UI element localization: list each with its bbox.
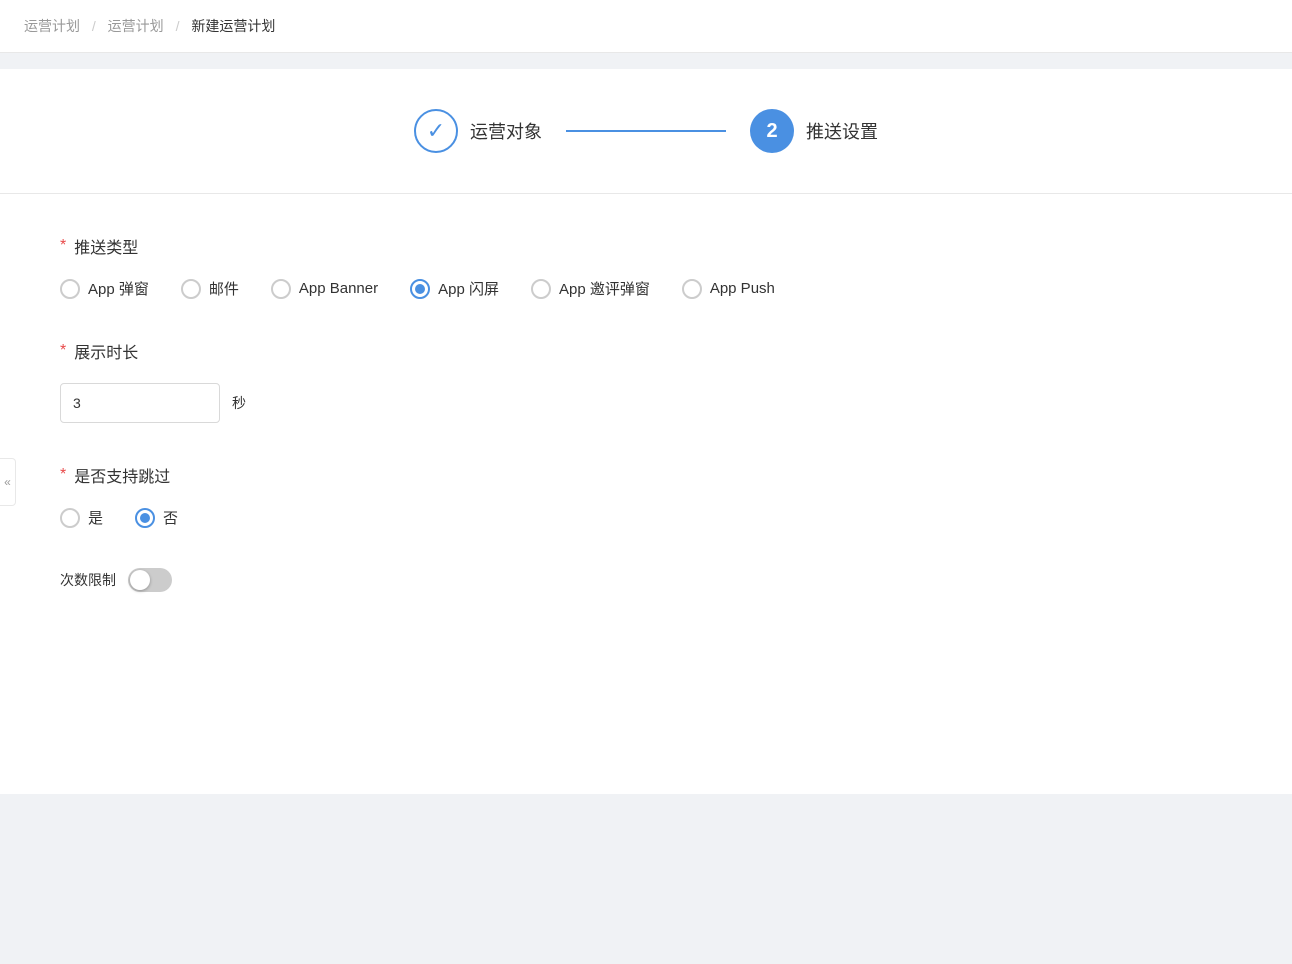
radio-app-flash-label: App 闪屏 [438,278,499,299]
radio-email-circle [181,279,201,299]
radio-app-push[interactable]: App Push [682,279,775,299]
skip-support-label-text: 是否支持跳过 [74,463,170,487]
count-limit-section: 次数限制 [60,568,1232,592]
toggle-knob [130,570,150,590]
radio-app-popup-label: App 弹窗 [88,278,149,299]
radio-skip-yes-circle [60,508,80,528]
radio-app-review-label: App 邀评弹窗 [559,278,650,299]
push-type-section: * 推送类型 App 弹窗 邮件 App Banner [60,234,1232,299]
push-type-radio-group: App 弹窗 邮件 App Banner App 闪屏 [60,278,1232,299]
step-1: ✓ 运营对象 [414,109,542,153]
radio-skip-no[interactable]: 否 [135,507,178,528]
breadcrumb-item-2[interactable]: 运营计划 [108,18,164,34]
display-duration-section: * 展示时长 秒 [60,339,1232,423]
breadcrumb-sep-2: / [176,18,180,34]
display-duration-label: * 展示时长 [60,339,1232,363]
skip-support-section: * 是否支持跳过 是 否 [60,463,1232,528]
radio-email-label: 邮件 [209,278,239,299]
step-2: 2 推送设置 [750,109,878,153]
step-connector [566,130,726,132]
push-type-label-text: 推送类型 [74,234,138,258]
step-wrapper: ✓ 运营对象 2 推送设置 [414,109,878,153]
form-card: * 推送类型 App 弹窗 邮件 App Banner [0,194,1292,794]
radio-app-flash[interactable]: App 闪屏 [410,278,499,299]
push-type-label: * 推送类型 [60,234,1232,258]
step-1-check-icon: ✓ [427,118,445,144]
radio-email[interactable]: 邮件 [181,278,239,299]
radio-app-banner-circle [271,279,291,299]
count-limit-toggle-wrapper: 次数限制 [60,568,1232,592]
step-1-label: 运营对象 [470,118,542,144]
push-type-required-star: * [60,237,66,255]
display-duration-suffix: 秒 [232,393,246,413]
collapse-sidebar-button[interactable]: « [0,458,16,506]
display-duration-required-star: * [60,342,66,360]
skip-support-label: * 是否支持跳过 [60,463,1232,487]
radio-skip-no-label: 否 [163,507,178,528]
count-limit-label: 次数限制 [60,570,116,590]
radio-skip-no-circle [135,508,155,528]
radio-app-push-circle [682,279,702,299]
radio-app-push-label: App Push [710,280,775,297]
breadcrumb-sep-1: / [92,18,96,34]
radio-app-popup[interactable]: App 弹窗 [60,278,149,299]
display-duration-label-text: 展示时长 [74,339,138,363]
radio-skip-yes[interactable]: 是 [60,507,103,528]
step-1-circle: ✓ [414,109,458,153]
radio-app-review[interactable]: App 邀评弹窗 [531,278,650,299]
radio-app-flash-circle [410,279,430,299]
breadcrumb-item-1[interactable]: 运营计划 [24,18,80,34]
skip-support-required-star: * [60,466,66,484]
breadcrumb: 运营计划 / 运营计划 / 新建运营计划 [0,0,1292,53]
step-2-circle: 2 [750,109,794,153]
radio-app-popup-circle [60,279,80,299]
display-duration-input[interactable] [60,383,220,423]
radio-skip-yes-label: 是 [88,507,103,528]
radio-app-banner-label: App Banner [299,280,378,297]
skip-support-radio-group: 是 否 [60,507,1232,528]
radio-skip-no-inner [140,513,150,523]
radio-app-review-circle [531,279,551,299]
radio-app-flash-inner [415,284,425,294]
radio-app-banner[interactable]: App Banner [271,279,378,299]
display-duration-input-group: 秒 [60,383,1232,423]
collapse-icon: « [4,475,11,489]
steps-container: ✓ 运营对象 2 推送设置 [0,69,1292,194]
step-2-label: 推送设置 [806,118,878,144]
count-limit-toggle[interactable] [128,568,172,592]
breadcrumb-item-3: 新建运营计划 [191,18,275,34]
step-2-number: 2 [766,120,777,143]
